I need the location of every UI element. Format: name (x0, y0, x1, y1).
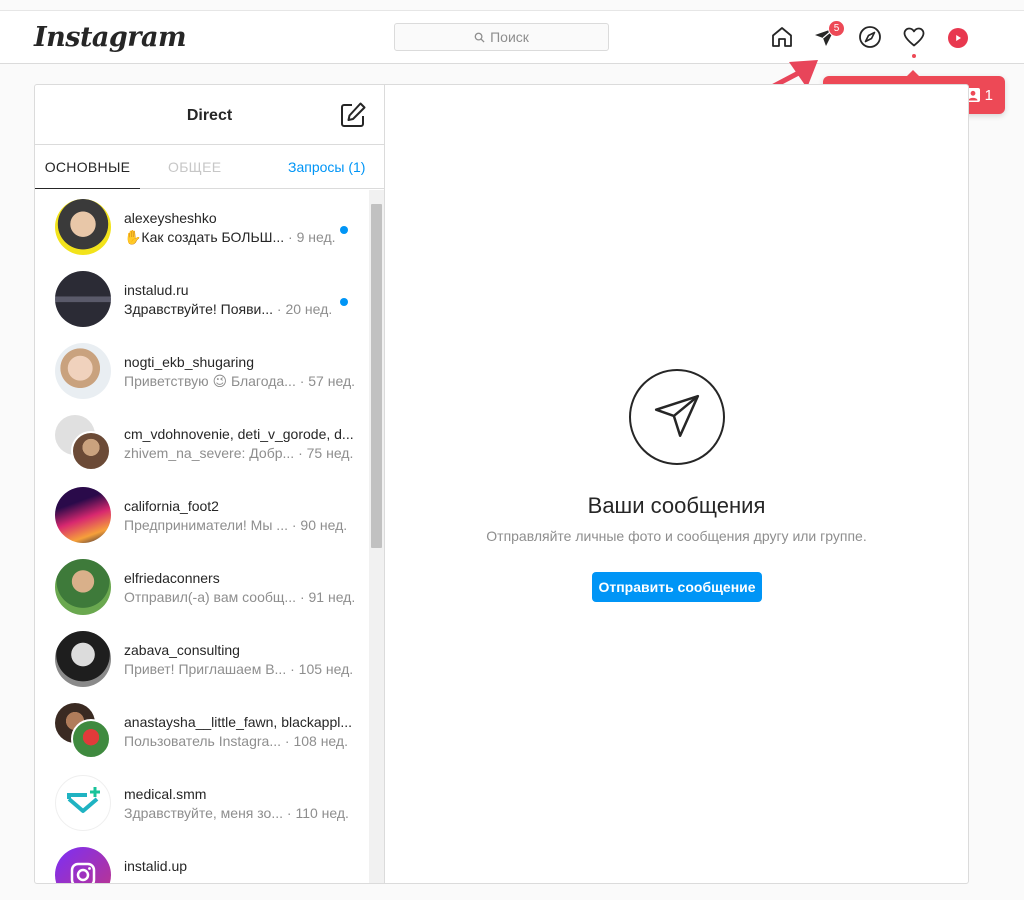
instagram-logo[interactable]: Instagram (34, 22, 187, 53)
conversation-preview: zhivem_na_severe: Добр... · 75 нед. (124, 445, 354, 461)
empty-messages-pane: Ваши сообщения Отправляйте личные фото и… (385, 85, 968, 883)
avatar (55, 559, 111, 615)
activity-indicator-dot (912, 54, 916, 58)
conversation-username: anastaysha__little_fawn, blackappl... (124, 714, 353, 730)
top-navigation-bar: Instagram Поиск (0, 10, 1024, 64)
avatar (55, 271, 111, 327)
conversation-row[interactable]: medical.smm Здравствуйте, меня зо... · 1… (35, 766, 369, 838)
group-avatar (55, 703, 111, 759)
paper-plane-icon (629, 369, 725, 465)
explore-icon[interactable] (857, 24, 883, 50)
conversation-row[interactable]: zabava_consulting Привет! Приглашаем В..… (35, 622, 369, 694)
empty-state-subtitle: Отправляйте личные фото и сообщения друг… (486, 528, 867, 544)
conversation-username: instalud.ru (124, 282, 189, 298)
tab-requests[interactable]: Запросы (1) (288, 145, 365, 189)
conversation-preview: Пользователь Instagra... · 108 нед. (124, 733, 348, 749)
conversation-row[interactable]: instalud.ru Здравствуйте! Появи... · 20 … (35, 262, 369, 334)
unread-indicator-dot (340, 298, 348, 306)
avatar (55, 199, 111, 255)
conversation-username: nogti_ekb_shugaring (124, 354, 254, 370)
conversation-preview: Здравствуйте! Появи... · 20 нед. (124, 301, 333, 317)
new-message-icon[interactable] (339, 101, 367, 129)
avatar (55, 847, 111, 883)
tab-general[interactable]: ОБЩЕЕ (168, 145, 221, 189)
profile-avatar-icon[interactable] (948, 28, 968, 48)
conversation-sidebar: Direct ОСНОВНЫЕ ОБЩЕЕ Запросы (1) alexey… (35, 85, 385, 883)
conversation-username: medical.smm (124, 786, 207, 802)
avatar (55, 631, 111, 687)
conversation-preview: Приветствую 😉 Благода... · 57 нед. (124, 373, 355, 389)
conversation-preview: Отправил(-а) вам сообщ... · 91 нед. (124, 589, 356, 605)
avatar (55, 487, 111, 543)
empty-state-title: Ваши сообщения (587, 493, 766, 518)
group-avatar (55, 415, 111, 471)
send-message-button[interactable]: Отправить сообщение (592, 572, 762, 602)
conversation-row[interactable]: elfriedaconners Отправил(-а) вам сообщ..… (35, 550, 369, 622)
search-input[interactable]: Поиск (394, 23, 609, 51)
conversation-preview: Привет! Приглашаем В... · 105 нед. (124, 661, 354, 677)
activity-heart-icon[interactable] (901, 24, 927, 50)
conversation-row[interactable]: alexeysheshko ✋Как создать БОЛЬШ... · 9 … (35, 190, 369, 262)
inbox-tabs: ОСНОВНЫЕ ОБЩЕЕ Запросы (1) (35, 145, 384, 189)
conversation-row[interactable]: cm_vdohnovenie, deti_v_gorode, d... zhiv… (35, 406, 369, 478)
avatar (55, 775, 111, 831)
search-icon (474, 32, 485, 43)
search-placeholder: Поиск (490, 29, 529, 45)
conversation-preview: Здравствуйте, меня зо... · 110 нед. (124, 805, 349, 821)
conversation-row[interactable]: nogti_ekb_shugaring Приветствую 😉 Благод… (35, 334, 369, 406)
conversation-username: alexeysheshko (124, 210, 217, 226)
conversation-username: cm_vdohnovenie, deti_v_gorode, d... (124, 426, 354, 442)
conversation-preview: ✋Как создать БОЛЬШ... · 9 нед. (124, 229, 336, 245)
conversation-list: alexeysheshko ✋Как создать БОЛЬШ... · 9 … (35, 190, 369, 883)
conversation-scrollbar[interactable] (369, 190, 384, 883)
conversation-row[interactable]: california_foot2 Предприниматели! Мы ...… (35, 478, 369, 550)
conversation-username: elfriedaconners (124, 570, 220, 586)
instagram-glyph-icon (70, 862, 96, 883)
avatar (55, 343, 111, 399)
conversation-username: zabava_consulting (124, 642, 240, 658)
conversation-username: instalid.up (124, 858, 188, 874)
conversation-username: california_foot2 (124, 498, 219, 514)
direct-header: Direct (35, 85, 384, 145)
medical-logo-icon (67, 787, 100, 813)
conversation-row[interactable]: anastaysha__little_fawn, blackappl... По… (35, 694, 369, 766)
unread-indicator-dot (340, 226, 348, 234)
direct-title: Direct (186, 107, 233, 124)
scrollbar-thumb[interactable] (371, 204, 382, 548)
conversation-preview: Предприниматели! Мы ... · 90 нед. (124, 517, 348, 533)
direct-unread-badge: 5 (828, 20, 845, 37)
tab-primary[interactable]: ОСНОВНЫЕ (35, 145, 140, 189)
conversation-row[interactable]: instalid.up (35, 838, 369, 883)
direct-panel: Direct ОСНОВНЫЕ ОБЩЕЕ Запросы (1) alexey… (34, 84, 969, 884)
